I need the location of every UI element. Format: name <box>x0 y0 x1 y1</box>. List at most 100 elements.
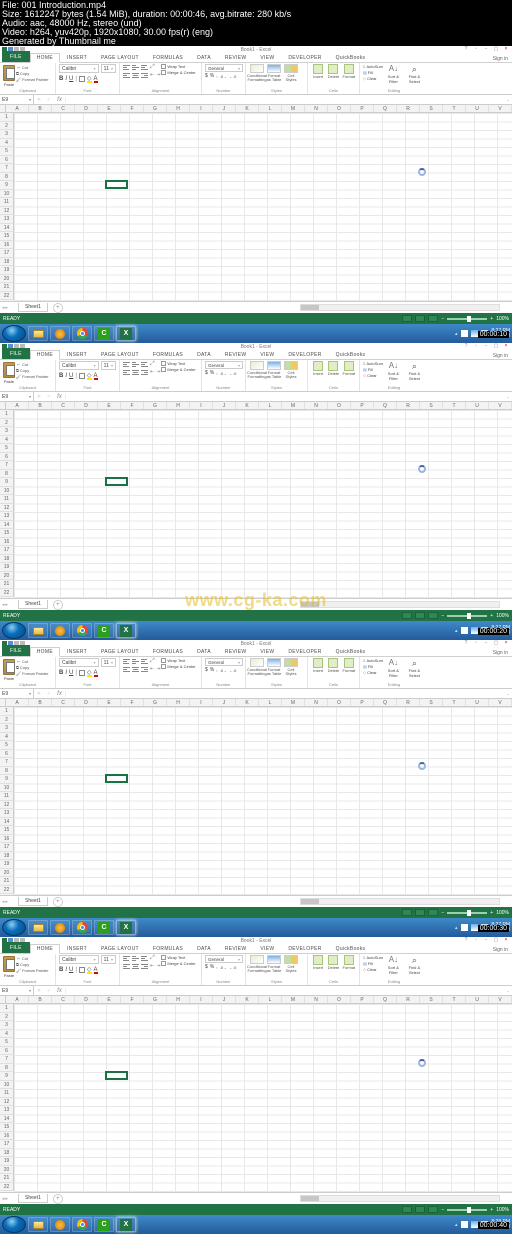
column-header[interactable]: E <box>98 996 121 1003</box>
zoom-slider[interactable] <box>447 615 487 617</box>
horizontal-scrollbar[interactable] <box>300 304 500 311</box>
zoom-out-button[interactable]: − <box>441 613 444 619</box>
horizontal-scrollbar[interactable] <box>300 898 500 905</box>
border-button[interactable] <box>79 967 85 973</box>
taskbar-explorer[interactable] <box>28 920 48 935</box>
row-header[interactable]: 21 <box>0 283 14 292</box>
taskbar-excel[interactable]: X <box>116 1217 136 1232</box>
row-header[interactable]: 6 <box>0 453 14 462</box>
tray-expand-icon[interactable]: ▴ <box>455 925 458 931</box>
cut-button[interactable]: ✂Cut <box>16 65 28 70</box>
close-button[interactable]: × <box>502 641 510 646</box>
find-select-button[interactable]: ⌕ Find & Select <box>404 361 425 381</box>
minimize-button[interactable]: − <box>482 344 490 349</box>
sheet-tab[interactable]: Sheet1 <box>18 303 48 312</box>
tab-quickbooks[interactable]: QuickBooks <box>329 53 373 62</box>
column-header[interactable]: M <box>282 996 305 1003</box>
new-sheet-button[interactable]: + <box>53 897 63 907</box>
row-header[interactable]: 9 <box>0 1072 14 1081</box>
sort-filter-button[interactable]: A↓ Sort & Filter <box>384 361 403 381</box>
row-header[interactable]: 20 <box>0 275 14 284</box>
sign-in-link[interactable]: Sign in <box>493 947 508 953</box>
row-header[interactable]: 1 <box>0 1004 14 1013</box>
indent-increase-button[interactable]: ⇥ <box>156 963 160 969</box>
sheet-nav-next[interactable]: ▸ <box>6 899 9 905</box>
page-layout-view-button[interactable] <box>415 1206 425 1213</box>
format-cells-button[interactable]: Format <box>342 658 356 673</box>
taskbar-chrome[interactable] <box>72 326 92 341</box>
tab-formulas[interactable]: FORMULAS <box>146 647 190 656</box>
taskbar-quickbooks[interactable]: C <box>94 1217 114 1232</box>
column-header[interactable]: N <box>305 996 328 1003</box>
align-right-button[interactable] <box>141 963 148 969</box>
fill-color-button[interactable]: ◇ <box>87 966 92 973</box>
fill-color-button[interactable]: ◇ <box>87 75 92 82</box>
copy-button[interactable]: ⧉ Copy <box>16 665 29 670</box>
column-header[interactable]: F <box>121 699 144 706</box>
currency-button[interactable]: $ <box>205 964 208 970</box>
number-format-select[interactable]: General▾ <box>205 955 243 963</box>
align-top-button[interactable] <box>123 658 130 664</box>
comma-button[interactable]: , <box>216 964 217 970</box>
row-header[interactable]: 7 <box>0 758 14 767</box>
insert-cells-button[interactable]: Insert <box>311 955 325 970</box>
clear-button[interactable]: ◇ Clear <box>363 373 383 378</box>
column-header[interactable]: T <box>443 996 466 1003</box>
column-header[interactable]: U <box>466 699 489 706</box>
row-header[interactable]: 18 <box>0 852 14 861</box>
zoom-level[interactable]: 100% <box>496 1207 509 1213</box>
maximize-button[interactable]: ▢ <box>492 641 500 646</box>
column-header[interactable]: F <box>121 105 144 112</box>
clear-button[interactable]: ◇ Clear <box>363 967 383 972</box>
percent-button[interactable]: % <box>210 370 214 376</box>
sheet-tab[interactable]: Sheet1 <box>18 600 48 609</box>
column-header[interactable]: U <box>466 996 489 1003</box>
align-right-button[interactable] <box>141 666 148 672</box>
cells-area[interactable] <box>14 707 512 895</box>
row-headers[interactable]: 12345678910111213141516171819202122 <box>0 410 14 598</box>
align-bottom-button[interactable] <box>141 361 148 367</box>
bold-button[interactable]: B <box>59 967 63 973</box>
format-painter-button[interactable]: 🖌 Format Painter <box>16 374 49 379</box>
column-header[interactable]: K <box>236 105 259 112</box>
comma-button[interactable]: , <box>216 370 217 376</box>
tab-quickbooks[interactable]: QuickBooks <box>329 647 373 656</box>
column-headers[interactable]: ABCDEFGHIJKLMNOPQRSTUV <box>0 699 512 707</box>
row-headers[interactable]: 12345678910111213141516171819202122 <box>0 113 14 301</box>
zoom-level[interactable]: 100% <box>496 316 509 322</box>
italic-button[interactable]: I <box>65 76 67 82</box>
column-header[interactable]: S <box>420 996 443 1003</box>
tab-review[interactable]: REVIEW <box>218 53 254 62</box>
row-header[interactable]: 9 <box>0 478 14 487</box>
currency-button[interactable]: $ <box>205 370 208 376</box>
row-header[interactable]: 5 <box>0 147 14 156</box>
fill-color-button[interactable]: ◇ <box>87 669 92 676</box>
tab-home[interactable]: HOME <box>30 53 60 63</box>
new-sheet-button[interactable]: + <box>53 1194 63 1204</box>
font-size-select[interactable]: 11▾ <box>101 658 116 667</box>
fx-button[interactable]: fx <box>54 691 66 697</box>
delete-cells-button[interactable]: Delete <box>326 64 340 79</box>
cells-area[interactable] <box>14 113 512 301</box>
column-header[interactable]: Q <box>374 105 397 112</box>
cells-area[interactable] <box>14 1004 512 1192</box>
delete-cells-button[interactable]: Delete <box>326 955 340 970</box>
name-box[interactable]: E9 <box>0 986 34 995</box>
tab-review[interactable]: REVIEW <box>218 350 254 359</box>
zoom-out-button[interactable]: − <box>441 910 444 916</box>
align-center-button[interactable] <box>132 963 139 969</box>
paste-button[interactable]: Paste <box>3 955 15 978</box>
bold-button[interactable]: B <box>59 76 63 82</box>
align-left-button[interactable] <box>123 666 130 672</box>
tab-file[interactable]: FILE <box>2 348 30 359</box>
maximize-button[interactable]: ▢ <box>492 938 500 943</box>
zoom-out-button[interactable]: − <box>441 316 444 322</box>
expand-formula-bar[interactable]: ⌄ <box>504 97 512 102</box>
row-header[interactable]: 4 <box>0 733 14 742</box>
tab-page-layout[interactable]: PAGE LAYOUT <box>94 53 146 62</box>
row-header[interactable]: 17 <box>0 843 14 852</box>
row-header[interactable]: 18 <box>0 258 14 267</box>
column-header[interactable]: B <box>29 105 52 112</box>
font-color-button[interactable]: A <box>94 76 98 82</box>
orientation-button[interactable]: ⤢ <box>150 64 155 71</box>
